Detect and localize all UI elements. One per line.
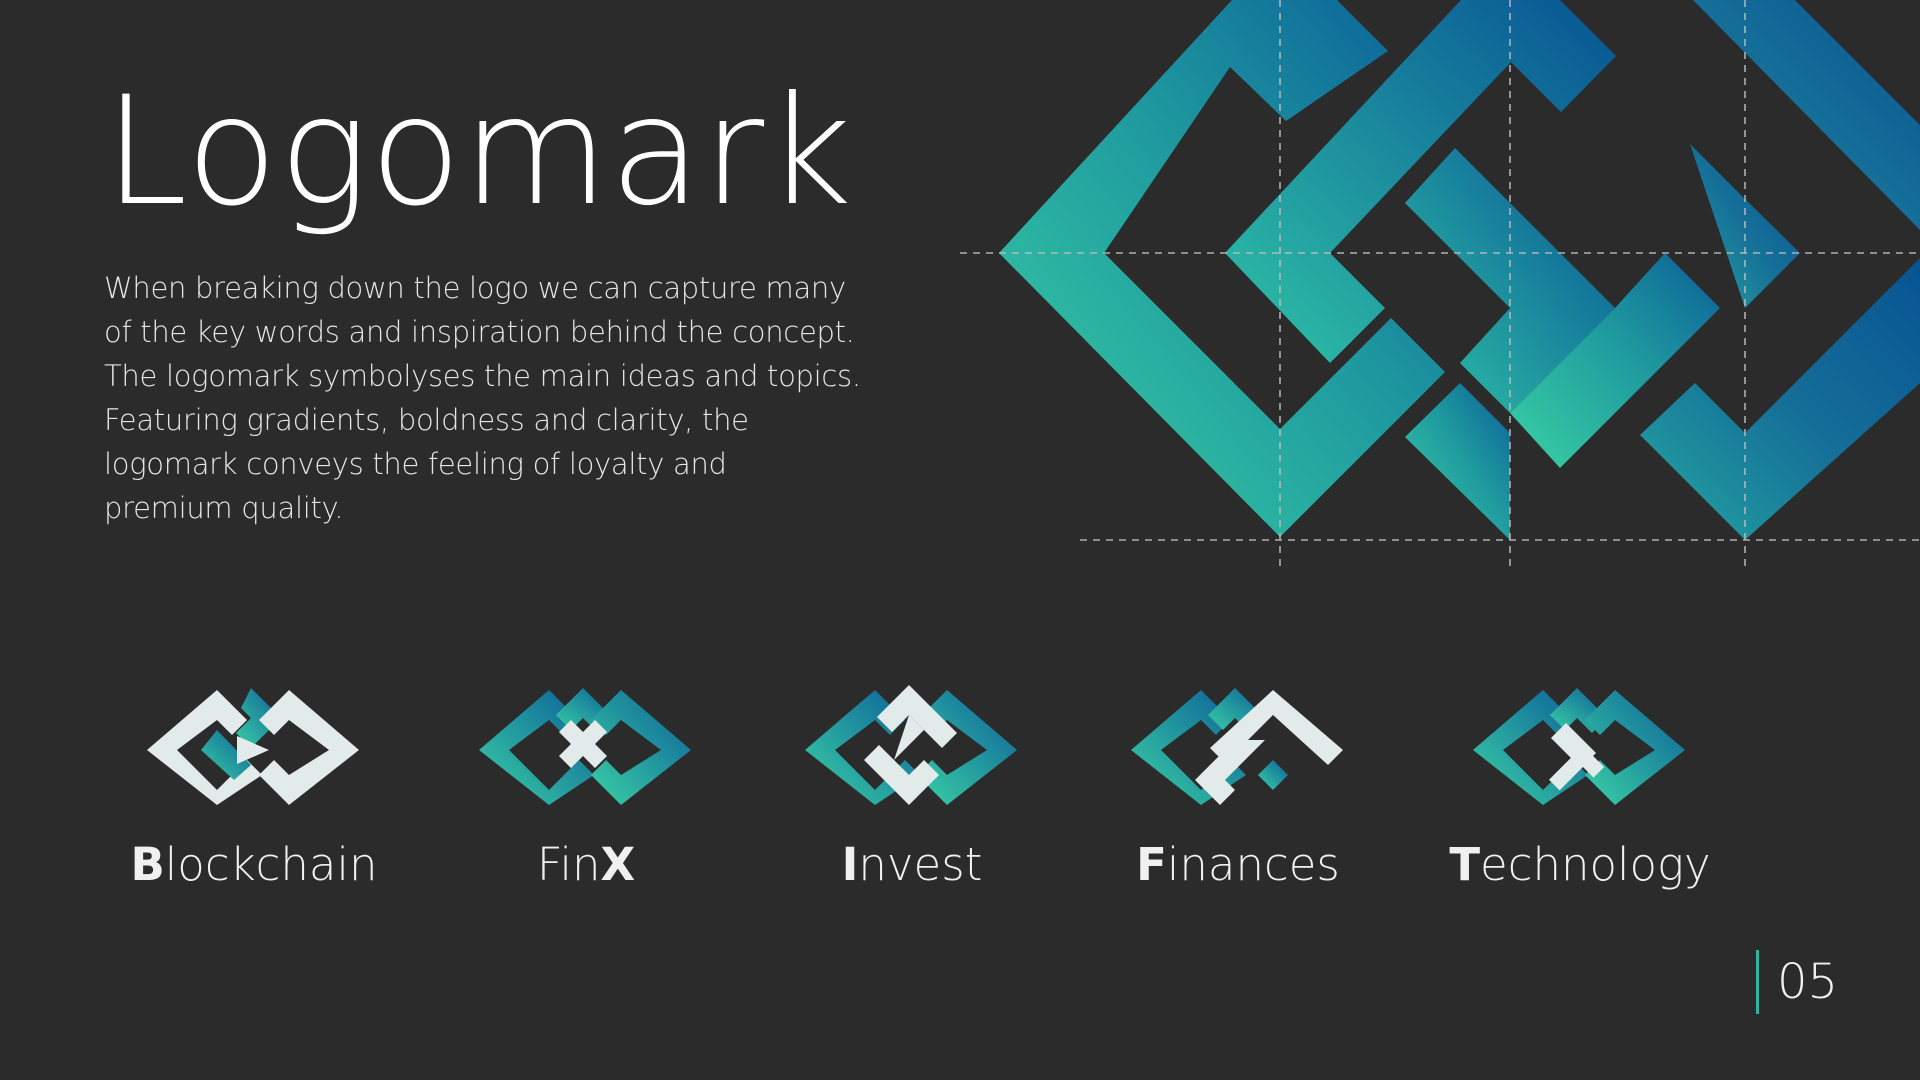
variant-rest: inances	[1166, 838, 1340, 891]
variant-label: FinX	[436, 838, 736, 891]
variant-highlight-letter: T	[1449, 838, 1481, 891]
variant-label: Finances	[1088, 838, 1388, 891]
technology-mark-icon	[1473, 688, 1685, 805]
variant-blockchain: Blockchain	[104, 670, 404, 910]
blockchain-mark-icon	[147, 688, 359, 805]
variant-technology: Technology	[1430, 670, 1730, 910]
page-title: Logomark	[104, 65, 854, 239]
description-line: The logomark symbolyses the main ideas a…	[104, 359, 861, 393]
slide: Logomark When breaking down the logo we …	[0, 0, 1920, 1080]
variant-label: Technology	[1430, 838, 1730, 891]
description-line: When breaking down the logo we can captu…	[104, 271, 846, 305]
description-line: logomark conveys the feeling of loyalty …	[104, 447, 727, 481]
page-number: 05	[1756, 950, 1838, 1014]
variant-highlight-letter: I	[841, 838, 859, 891]
logomark-construction-graphic	[960, 0, 1920, 572]
description-line: premium quality.	[104, 491, 344, 525]
finx-mark-icon	[479, 688, 691, 805]
variant-rest: nvest	[858, 838, 983, 891]
logomark-middle-link	[1405, 383, 1510, 540]
invest-mark-icon	[805, 685, 1017, 805]
variant-highlight-letter: F	[1136, 838, 1167, 891]
variant-label: Blockchain	[104, 838, 404, 891]
description-line: Featuring gradients, boldness and clarit…	[104, 403, 749, 437]
description-paragraph: When breaking down the logo we can captu…	[104, 266, 874, 530]
finances-mark-icon	[1131, 688, 1343, 805]
variant-label: Invest	[762, 838, 1062, 891]
variant-finances: Finances	[1088, 670, 1388, 910]
variant-highlight-letter: B	[130, 838, 165, 891]
variant-invest: Invest	[762, 670, 1062, 910]
variant-rest: echnology	[1480, 838, 1711, 891]
description-line: of the key words and inspiration behind …	[104, 315, 855, 349]
variant-finx: FinX	[436, 670, 736, 910]
variant-rest: lockchain	[164, 838, 378, 891]
variant-highlight-letter: X	[600, 838, 636, 891]
logomark-variants: Blockchain FinX Invest Finances Technolo…	[0, 670, 1920, 910]
variant-rest: Fin	[536, 838, 601, 891]
logomark-left-link	[999, 0, 1445, 537]
